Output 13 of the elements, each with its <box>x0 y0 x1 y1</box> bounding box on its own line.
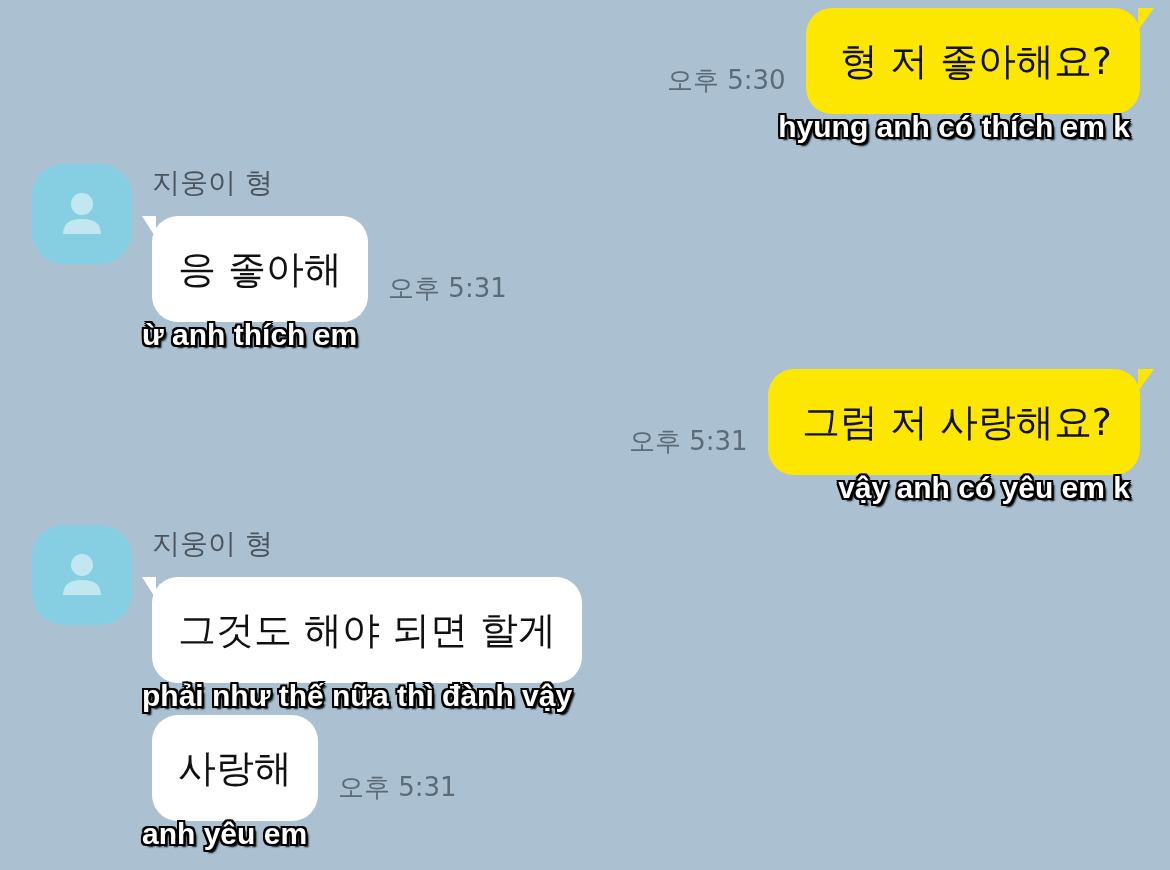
avatar-icon[interactable] <box>32 525 132 625</box>
sender-name: 지웅이 형 <box>152 527 273 561</box>
sender-name: 지웅이 형 <box>152 166 273 200</box>
message-time: 오후 5:31 <box>388 272 507 305</box>
message-time: 오후 5:31 <box>629 425 748 458</box>
message-time: 오후 5:31 <box>338 771 457 804</box>
message-bubble[interactable]: 그럼 저 사랑해요? <box>767 369 1140 475</box>
message-bubble[interactable]: 사랑해 <box>152 715 318 821</box>
message-bubble[interactable]: 그것도 해야 되면 할게 <box>152 577 583 683</box>
message-time: 오후 5:30 <box>667 64 786 97</box>
avatar-icon[interactable] <box>32 164 132 264</box>
message-bubble[interactable]: 형 저 좋아해요? <box>805 8 1140 114</box>
message-bubble[interactable]: 응 좋아해 <box>152 216 369 322</box>
